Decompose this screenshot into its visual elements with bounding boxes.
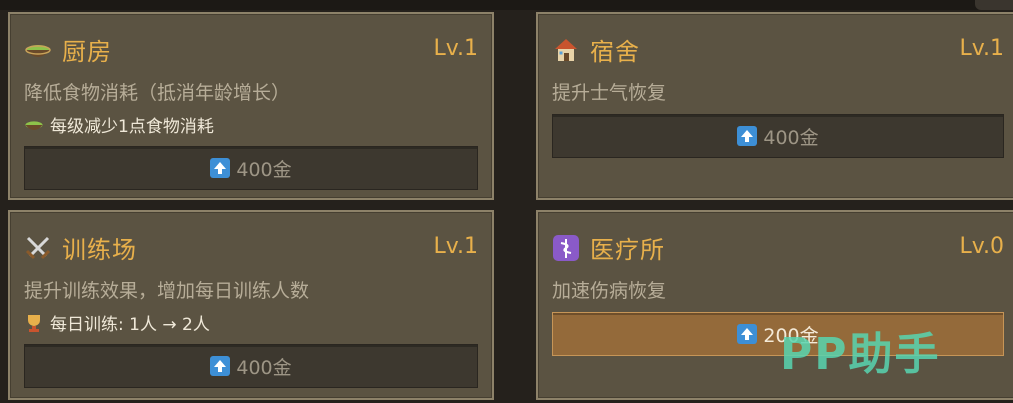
building-level: Lv.1 (433, 36, 478, 61)
building-effect: 每级减少1点食物消耗 (24, 112, 214, 137)
upgrade-cost: 400金 (236, 356, 292, 379)
upgrade-button[interactable]: 400金 (24, 344, 478, 388)
card-title-row: 训练场 (24, 230, 137, 265)
building-description: 加速伤病恢复 (552, 280, 667, 302)
effect-text: 每日训练: 1人 → 2人 (50, 315, 210, 335)
upgrade-arrow-icon (737, 324, 758, 344)
building-effect: 每日训练: 1人 → 2人 (24, 310, 210, 335)
building-level: Lv.1 (959, 36, 1004, 61)
card-title-row: 医疗所 (552, 230, 665, 265)
buildings-panel: 厨房 Lv.1 降低食物消耗（抵消年龄增长） 每级减少1点食物消耗 400金 宿… (0, 0, 1013, 403)
upgrade-arrow-icon (737, 126, 758, 146)
top-strip (0, 0, 1013, 10)
upgrade-cost: 400金 (236, 158, 292, 181)
card-title-row: 宿舍 (552, 32, 640, 67)
building-description: 提升训练效果，增加每日训练人数 (24, 280, 310, 302)
trophy-icon (24, 313, 44, 333)
upgrade-cost: 400金 (763, 126, 819, 149)
building-description: 提升士气恢复 (552, 82, 667, 104)
upgrade-arrow-icon (210, 356, 231, 376)
building-card-infirmary: 医疗所 Lv.0 加速伤病恢复 200金 (536, 210, 1013, 400)
corner-tab[interactable] (975, 0, 1013, 10)
building-name: 厨房 (62, 38, 112, 66)
house-icon (552, 36, 580, 64)
watermark: PP助手 (780, 329, 941, 380)
upgrade-button[interactable]: 400金 (24, 146, 478, 190)
bowl-icon (24, 115, 44, 135)
building-level: Lv.1 (433, 234, 478, 259)
building-name: 训练场 (62, 236, 137, 264)
building-name: 医疗所 (590, 236, 665, 264)
building-card-training-ground: 训练场 Lv.1 提升训练效果，增加每日训练人数 每日训练: 1人 → 2人 4… (8, 210, 494, 400)
building-card-dormitory: 宿舍 Lv.1 提升士气恢复 400金 (536, 12, 1013, 200)
bowl-icon (24, 36, 52, 64)
upgrade-button[interactable]: 400金 (552, 114, 1004, 158)
building-description: 降低食物消耗（抵消年龄增长） (24, 82, 291, 104)
building-card-kitchen: 厨房 Lv.1 降低食物消耗（抵消年龄增长） 每级减少1点食物消耗 400金 (8, 12, 494, 200)
building-name: 宿舍 (590, 38, 640, 66)
medical-icon (552, 234, 580, 262)
upgrade-arrow-icon (210, 158, 231, 178)
crossed-swords-icon (24, 234, 52, 262)
effect-text: 每级减少1点食物消耗 (50, 117, 214, 137)
building-level: Lv.0 (959, 234, 1004, 259)
card-title-row: 厨房 (24, 32, 112, 67)
